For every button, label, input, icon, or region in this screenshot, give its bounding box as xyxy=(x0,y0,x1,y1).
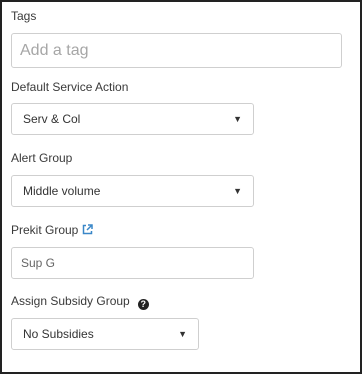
alert-group-select[interactable]: Middle volume ▼ xyxy=(11,175,254,207)
assign-subsidy-group-label: Assign Subsidy Group xyxy=(11,294,130,308)
tags-input[interactable] xyxy=(11,33,342,68)
settings-panel: Tags Default Service Action Serv & Col ▼… xyxy=(0,0,362,374)
default-service-action-select[interactable]: Serv & Col ▼ xyxy=(11,103,254,135)
prekit-group-value: Sup G xyxy=(21,256,56,270)
chevron-down-icon: ▼ xyxy=(233,186,242,196)
alert-group-label: Alert Group xyxy=(11,151,73,165)
prekit-group-field[interactable]: Sup G xyxy=(11,247,254,279)
assign-subsidy-group-value: No Subsidies xyxy=(23,327,94,341)
chevron-down-icon: ▼ xyxy=(233,114,242,124)
assign-subsidy-group-label-row: Assign Subsidy Group? xyxy=(11,294,149,310)
alert-group-value: Middle volume xyxy=(23,184,101,198)
default-service-action-label: Default Service Action xyxy=(11,80,129,94)
chevron-down-icon: ▼ xyxy=(178,329,187,339)
tags-label: Tags xyxy=(11,9,37,23)
question-circle-icon[interactable]: ? xyxy=(137,299,149,310)
external-link-icon[interactable] xyxy=(82,224,94,235)
prekit-group-label-row: Prekit Group xyxy=(11,223,94,237)
prekit-group-label: Prekit Group xyxy=(11,223,79,237)
default-service-action-value: Serv & Col xyxy=(23,112,81,126)
assign-subsidy-group-select[interactable]: No Subsidies ▼ xyxy=(11,318,199,350)
